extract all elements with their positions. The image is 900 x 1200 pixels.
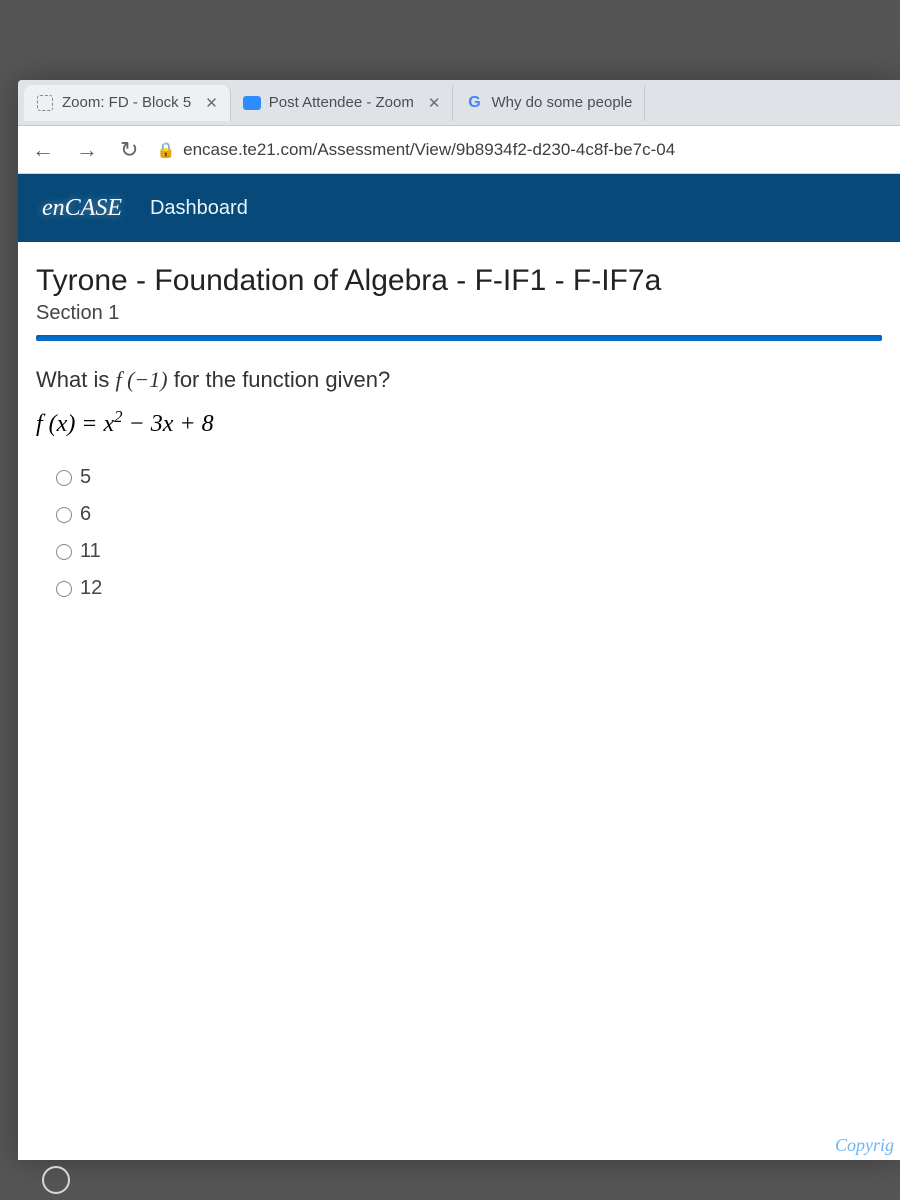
forward-button[interactable]: → <box>72 133 102 167</box>
app-header: enCASE Dashboard <box>18 174 900 242</box>
radio-icon <box>56 581 72 597</box>
back-button[interactable]: ← <box>28 133 58 167</box>
answer-option-3[interactable]: 12 <box>56 577 882 600</box>
tab-title: Why do some people <box>491 94 632 111</box>
video-icon <box>243 94 261 112</box>
option-label: 5 <box>80 466 91 489</box>
address-bar[interactable]: 🔒 encase.te21.com/Assessment/View/9b8934… <box>156 140 890 160</box>
section-label: Section 1 <box>36 302 882 325</box>
url-text: encase.te21.com/Assessment/View/9b8934f2… <box>183 140 675 160</box>
radio-icon <box>56 470 72 486</box>
answer-option-0[interactable]: 5 <box>56 466 882 489</box>
close-icon[interactable]: ✕ <box>205 94 218 112</box>
page-title: Tyrone - Foundation of Algebra - F-IF1 -… <box>36 264 882 298</box>
answer-option-1[interactable]: 6 <box>56 503 882 526</box>
answer-option-2[interactable]: 11 <box>56 540 882 563</box>
option-label: 6 <box>80 503 91 526</box>
question-text: What is f (−1) for the function given? <box>36 367 882 393</box>
browser-tab-2[interactable]: G Why do some people <box>453 85 645 121</box>
answer-options: 5 6 11 12 <box>36 466 882 600</box>
browser-tab-1[interactable]: Post Attendee - Zoom ✕ <box>231 85 454 121</box>
question-formula: f (x) = x2 − 3x + 8 <box>36 407 882 438</box>
close-icon[interactable]: ✕ <box>428 94 441 112</box>
section-divider <box>36 335 882 341</box>
option-label: 11 <box>80 540 101 563</box>
browser-tab-0[interactable]: Zoom: FD - Block 5 ✕ <box>24 85 231 121</box>
zoom-dashed-icon <box>36 94 54 112</box>
copyright-text: Copyrig <box>829 1131 900 1160</box>
option-label: 12 <box>80 577 102 600</box>
google-icon: G <box>465 94 483 112</box>
assessment-content: Tyrone - Foundation of Algebra - F-IF1 -… <box>18 242 900 600</box>
radio-icon <box>56 544 72 560</box>
tab-title: Zoom: FD - Block 5 <box>62 94 191 111</box>
app-logo[interactable]: enCASE <box>42 195 122 222</box>
reload-button[interactable]: ↻ <box>116 133 142 167</box>
nav-dashboard[interactable]: Dashboard <box>150 197 248 220</box>
lock-icon: 🔒 <box>156 141 175 159</box>
browser-toolbar: ← → ↻ 🔒 encase.te21.com/Assessment/View/… <box>18 126 900 174</box>
tab-title: Post Attendee - Zoom <box>269 94 414 111</box>
radio-icon <box>56 507 72 523</box>
cortana-icon[interactable] <box>42 1166 70 1194</box>
browser-tabstrip: Zoom: FD - Block 5 ✕ Post Attendee - Zoo… <box>18 80 900 126</box>
